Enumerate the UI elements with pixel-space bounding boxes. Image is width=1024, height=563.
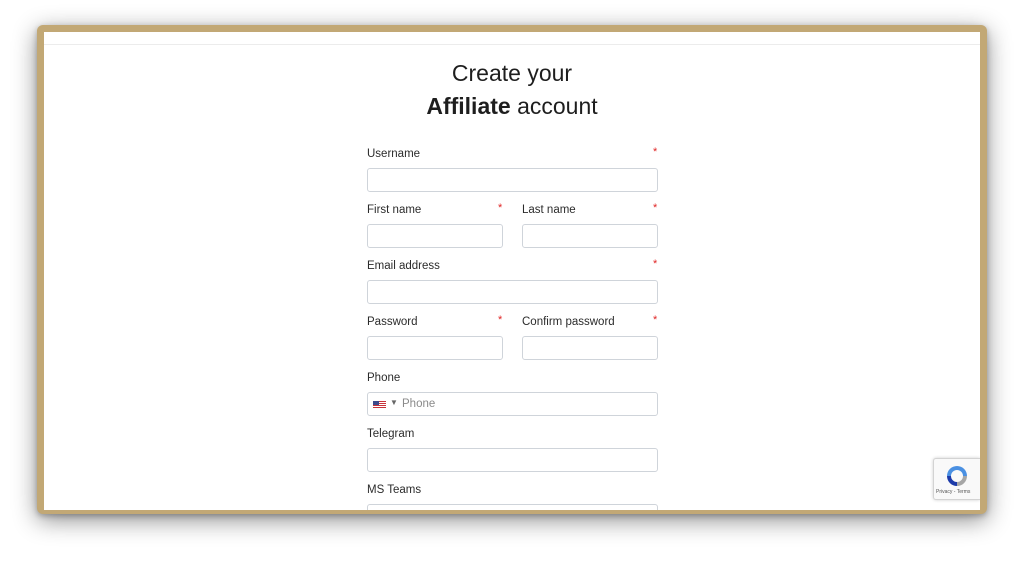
header-divider: [44, 44, 980, 45]
last-name-required-mark: *: [653, 202, 658, 214]
page-title-line1: Create your: [451, 60, 573, 86]
first-name-required-mark: *: [498, 202, 503, 214]
email-label: Email address: [367, 260, 440, 272]
page-title-rest: account: [510, 93, 598, 119]
page-title-bold: Affiliate: [426, 93, 511, 119]
password-label: Password: [367, 316, 418, 328]
confirm-password-input[interactable]: [522, 336, 658, 360]
telegram-label: Telegram: [367, 428, 415, 440]
email-input[interactable]: [367, 280, 658, 304]
username-input[interactable]: [367, 168, 658, 192]
recaptcha-icon: [947, 466, 967, 486]
us-flag-icon[interactable]: [373, 401, 386, 409]
username-required-mark: *: [653, 146, 658, 158]
page-title-line2: Affiliate account: [44, 93, 980, 120]
ms-teams-input[interactable]: [367, 504, 658, 510]
telegram-input[interactable]: [367, 448, 658, 472]
first-name-label: First name: [367, 204, 422, 216]
browser-window: Create your Affiliate account Username *…: [37, 25, 987, 514]
recaptcha-badge[interactable]: Privacy - Terms: [933, 458, 980, 500]
first-name-input[interactable]: [367, 224, 503, 248]
email-required-mark: *: [653, 258, 658, 270]
confirm-password-label: Confirm password: [522, 316, 615, 328]
phone-input[interactable]: ▼ Phone: [367, 392, 658, 416]
last-name-label: Last name: [522, 204, 576, 216]
recaptcha-links[interactable]: Privacy - Terms: [936, 489, 970, 495]
password-input[interactable]: [367, 336, 503, 360]
signup-page: Create your Affiliate account Username *…: [44, 32, 980, 510]
chevron-down-icon[interactable]: ▼: [390, 398, 398, 407]
ms-teams-label: MS Teams: [367, 484, 422, 496]
username-label: Username: [367, 148, 421, 160]
phone-placeholder: Phone: [402, 398, 436, 410]
phone-label: Phone: [367, 372, 401, 384]
password-required-mark: *: [498, 314, 503, 326]
confirm-password-required-mark: *: [653, 314, 658, 326]
last-name-input[interactable]: [522, 224, 658, 248]
